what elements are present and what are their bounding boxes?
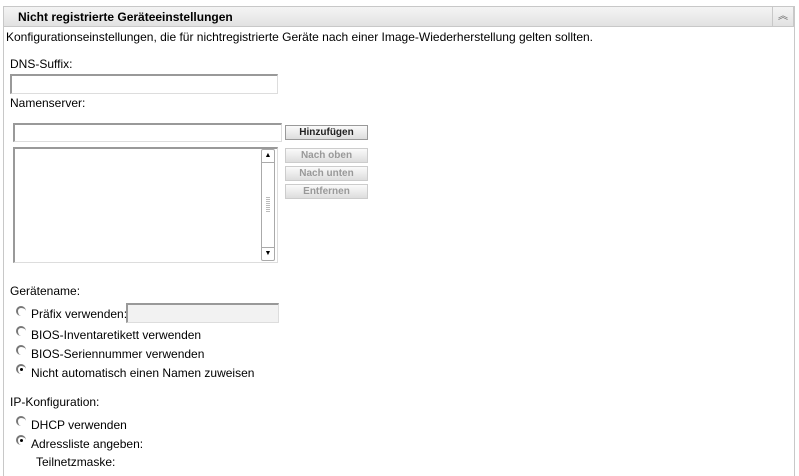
double-chevron-up-icon[interactable]: ︽ (772, 7, 793, 26)
no-auto-name-label: Nicht automatisch einen Namen zuweisen (31, 366, 255, 380)
prefix-label: Präfix verwenden: (31, 307, 128, 321)
add-button[interactable]: Hinzufügen (285, 125, 368, 140)
nameserver-label: Namenserver: (10, 96, 86, 110)
dns-suffix-input[interactable] (10, 74, 278, 94)
ip-config-label: IP-Konfiguration: (10, 395, 100, 409)
move-up-button[interactable]: Nach oben (285, 148, 368, 163)
address-list-label: Adressliste angeben: (31, 437, 144, 451)
nameserver-list[interactable] (13, 147, 278, 263)
bios-asset-tag-label: BIOS-Inventaretikett verwenden (31, 328, 202, 342)
remove-button[interactable]: Entfernen (285, 184, 368, 199)
radio-prefix[interactable] (16, 306, 26, 316)
nameserver-input[interactable] (13, 123, 282, 142)
scroll-down-icon[interactable]: ▼ (262, 247, 274, 260)
panel-header: Nicht registrierte Geräteeinstellungen ︽ (3, 6, 794, 27)
subnet-mask-label: Teilnetzmaske: (36, 455, 116, 469)
dns-suffix-label: DNS-Suffix: (10, 57, 73, 71)
dhcp-label: DHCP verwenden (31, 418, 127, 432)
radio-bios-asset-tag[interactable] (16, 326, 26, 336)
radio-no-auto-name[interactable] (16, 364, 26, 374)
scroll-up-icon[interactable]: ▲ (262, 150, 274, 163)
prefix-input[interactable] (126, 303, 279, 323)
radio-address-list[interactable] (16, 435, 26, 445)
scroll-grip-icon[interactable] (266, 197, 270, 213)
bios-serial-label: BIOS-Seriennummer verwenden (31, 347, 205, 361)
description: Konfigurationseinstellungen, die für nic… (6, 30, 593, 44)
move-down-button[interactable]: Nach unten (285, 166, 368, 181)
radio-bios-serial[interactable] (16, 345, 26, 355)
panel-title: Nicht registrierte Geräteeinstellungen (18, 10, 233, 24)
device-name-label: Gerätename: (10, 284, 81, 298)
radio-dhcp[interactable] (16, 416, 26, 426)
list-scrollbar[interactable]: ▲ ▼ (261, 149, 275, 261)
